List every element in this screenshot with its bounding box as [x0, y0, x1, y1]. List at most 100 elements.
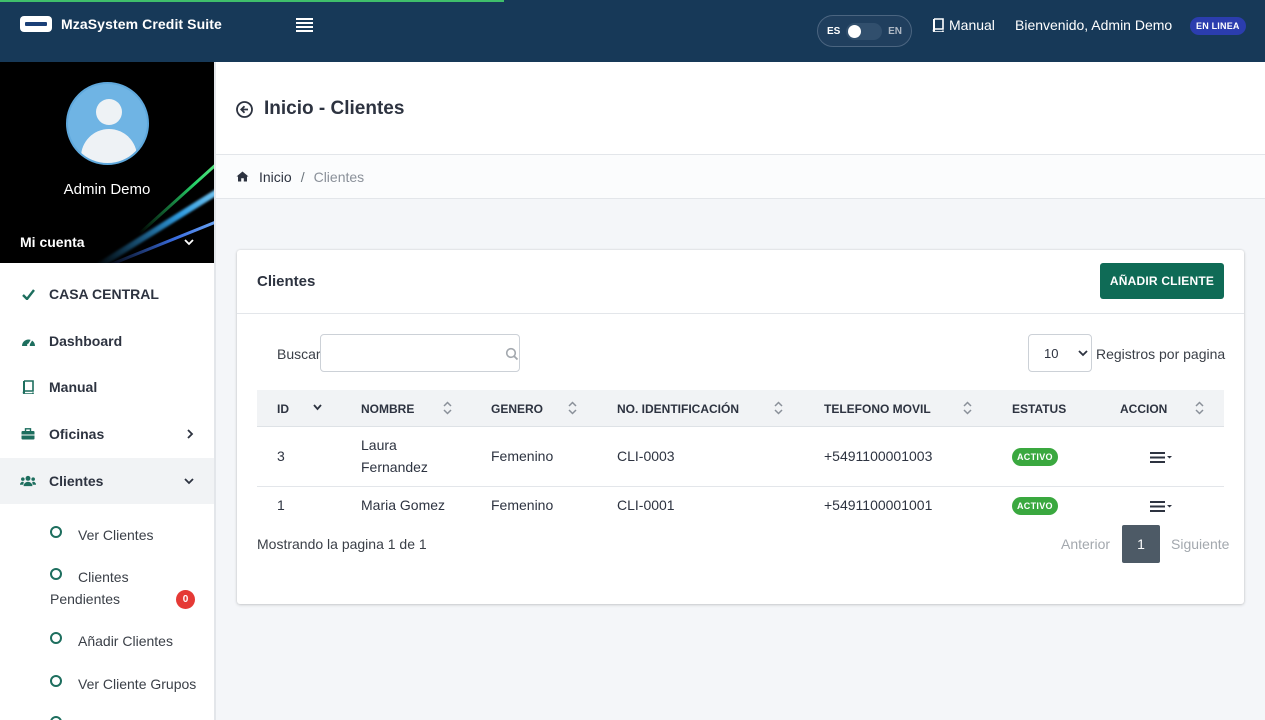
action-menu-icon — [1150, 501, 1172, 512]
sort-icon[interactable] — [568, 401, 577, 415]
sidebar-item-manual[interactable]: Manual — [0, 364, 214, 410]
my-account-label: Mi cuenta — [20, 234, 85, 250]
breadcrumb-home[interactable]: Inicio — [259, 169, 292, 185]
row-action-button[interactable] — [1150, 452, 1174, 463]
page-title: Inicio - Clientes — [236, 98, 404, 120]
sidebar-item-oficinas[interactable]: Oficinas — [0, 411, 214, 457]
page-size-value: 10 — [1044, 345, 1059, 361]
sidebar-subitem-label: Ver Clientes — [78, 527, 154, 543]
status-badge: EN LINEA — [1190, 17, 1246, 35]
table-row[interactable]: 1 Maria Gomez Femenino CLI-0001 +5491100… — [257, 487, 1224, 525]
cell-identificacion: CLI-0001 — [617, 497, 675, 513]
action-menu-icon — [1150, 452, 1172, 463]
pagination-next[interactable]: Siguiente — [1160, 536, 1238, 552]
user-name: Admin Demo — [63, 181, 151, 198]
lang-en-label: EN — [888, 25, 902, 37]
page-size-select[interactable]: 10 — [1028, 334, 1092, 372]
sidebar-item-clientes[interactable]: Clientes — [0, 458, 214, 504]
chevron-down-icon — [184, 238, 194, 245]
book-icon — [932, 18, 944, 32]
cell-nombre: Laura Fernandez — [361, 437, 428, 475]
sort-icon[interactable] — [774, 401, 783, 415]
page-title-text: Inicio - Clientes — [264, 98, 405, 119]
sidebar-item-dashboard[interactable]: Dashboard — [0, 318, 214, 364]
loading-progress-bar — [0, 0, 504, 2]
cell-id: 3 — [277, 448, 285, 464]
language-toggle[interactable]: ES EN — [817, 15, 912, 47]
table-row[interactable]: 3 Laura Fernandez Femenino CLI-0003 +549… — [257, 427, 1224, 487]
hamburger-icon[interactable] — [296, 18, 313, 32]
breadcrumb-separator: / — [300, 168, 305, 185]
manual-link[interactable]: Manual — [932, 17, 995, 33]
row-action-button[interactable] — [1150, 501, 1174, 512]
column-header-estatus[interactable]: ESTATUS — [1012, 402, 1066, 416]
column-header-genero[interactable]: GENERO — [491, 402, 543, 416]
sidebar-subitem-clientes-pendientes[interactable]: Clientes Pendientes — [50, 566, 170, 610]
home-icon — [236, 171, 249, 182]
sidebar-item-label: Clientes — [49, 473, 104, 489]
circle-icon — [50, 675, 62, 687]
cell-telefono: +5491100001003 — [824, 448, 933, 464]
status-badge-active: ACTIVO — [1012, 497, 1058, 515]
check-icon — [20, 288, 36, 300]
column-header-accion[interactable]: ACCION — [1120, 402, 1167, 416]
sidebar-subitem-ver-clientes[interactable]: Ver Clientes — [50, 524, 153, 546]
sidebar-subitem-label: Clientes Pendientes — [50, 569, 129, 607]
sidebar-subitem-anadir-clientes[interactable]: Añadir Clientes — [50, 630, 173, 652]
breadcrumb-current: Clientes — [313, 168, 365, 185]
table-header: ID NOMBRE GENERO NO. IDENTIFICACIÓN TELE… — [257, 390, 1224, 427]
toggle-switch[interactable] — [846, 22, 883, 40]
sort-icon[interactable] — [443, 401, 452, 415]
circle-icon — [50, 526, 62, 538]
search-icon — [505, 347, 519, 361]
pagination-page-1[interactable]: 1 — [1122, 525, 1161, 563]
column-header-telefono[interactable]: TELEFONO MOVIL — [824, 402, 931, 416]
sidebar-item-label: Oficinas — [49, 426, 105, 442]
welcome-user[interactable]: Bienvenido, Admin Demo — [1015, 17, 1172, 33]
search-input[interactable] — [321, 335, 491, 371]
arrow-left-circle-icon[interactable] — [236, 100, 253, 118]
sidebar-subitem-ver-cliente-grupos[interactable]: Ver Cliente Grupos — [50, 673, 196, 695]
column-header-identificacion[interactable]: NO. IDENTIFICACIÓN — [617, 402, 739, 416]
circle-icon — [50, 568, 62, 580]
content-header: Inicio - Clientes — [216, 62, 1265, 155]
cell-identificacion: CLI-0003 — [617, 448, 675, 464]
circle-icon — [50, 716, 62, 720]
sidebar-item-casa-central[interactable]: CASA CENTRAL — [0, 271, 214, 317]
page-size-label: Registros por pagina — [1096, 346, 1226, 362]
my-account-toggle[interactable]: Mi cuenta — [20, 234, 194, 250]
add-client-button[interactable]: AÑADIR CLIENTE — [1100, 263, 1224, 299]
lang-es-label: ES — [827, 25, 841, 37]
search-field[interactable] — [320, 334, 520, 372]
breadcrumb: Inicio / Clientes — [216, 155, 1265, 199]
status-badge-active: ACTIVO — [1012, 448, 1058, 466]
user-panel: Admin Demo Mi cuenta — [0, 62, 214, 263]
cell-id: 1 — [277, 497, 285, 513]
sidebar-item-label: Manual — [49, 379, 98, 395]
gauge-icon — [20, 335, 36, 347]
sidebar-item-label: Dashboard — [49, 333, 123, 349]
sort-desc-icon[interactable] — [313, 404, 322, 411]
avatar — [66, 82, 149, 165]
sidebar: Admin Demo Mi cuenta CASA CENTRAL Dashbo… — [0, 62, 216, 720]
pending-count-badge: 0 — [176, 590, 195, 609]
sort-icon[interactable] — [1195, 401, 1204, 415]
brand[interactable]: MzaSystem Credit Suite — [20, 16, 222, 32]
sidebar-subitem-label: Ver Cliente Grupos — [78, 676, 197, 692]
brand-logo-icon — [20, 16, 52, 32]
briefcase-icon — [20, 428, 36, 440]
search-label: Buscar — [277, 346, 321, 362]
chevron-down-icon — [1078, 350, 1088, 357]
column-header-id[interactable]: ID — [277, 402, 289, 416]
sidebar-subitem-label: Añadir Clientes — [78, 633, 173, 649]
users-icon — [20, 475, 36, 487]
top-navbar: MzaSystem Credit Suite ES EN Manual Bien… — [0, 0, 1265, 62]
sort-icon[interactable] — [963, 401, 972, 415]
clients-card: Clientes AÑADIR CLIENTE Buscar 10 Regist… — [237, 250, 1244, 604]
manual-link-label: Manual — [949, 17, 995, 33]
cell-genero: Femenino — [491, 448, 554, 464]
column-header-nombre[interactable]: NOMBRE — [361, 402, 414, 416]
circle-icon — [50, 632, 62, 644]
pagination-previous[interactable]: Anterior — [1049, 536, 1122, 552]
chevron-right-icon — [187, 429, 194, 439]
